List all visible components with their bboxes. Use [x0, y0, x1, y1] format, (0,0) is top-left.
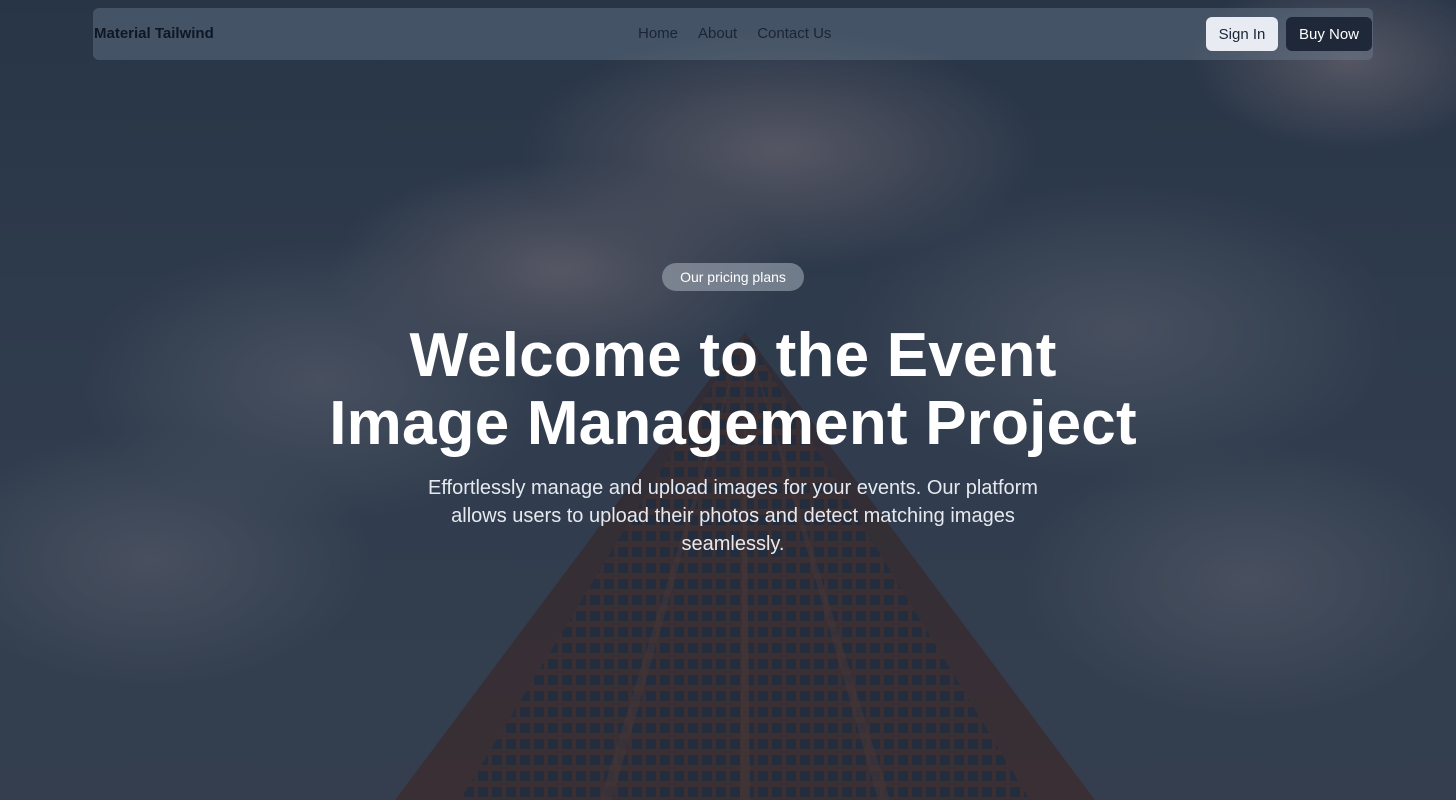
hero-title: Welcome to the Event Image Management Pr…	[228, 322, 1238, 458]
nav-links: Home About Contact Us	[628, 8, 841, 60]
sign-in-button[interactable]: Sign In	[1206, 17, 1278, 51]
top-navbar: Material Tailwind Home About Contact Us …	[93, 8, 1373, 60]
nav-link-about[interactable]: About	[688, 24, 747, 44]
pricing-plans-badge: Our pricing plans	[662, 263, 804, 291]
nav-link-home[interactable]: Home	[628, 24, 688, 44]
hero-section: Material Tailwind Home About Contact Us …	[0, 0, 1456, 800]
brand-logo-text[interactable]: Material Tailwind	[94, 24, 214, 44]
nav-link-contact-us[interactable]: Contact Us	[747, 24, 841, 44]
hero-title-line-2: Image Management Project	[329, 389, 1137, 458]
buy-now-button[interactable]: Buy Now	[1286, 17, 1372, 51]
hero-title-line-1: Welcome to the Event	[409, 321, 1057, 390]
hero-subtitle: Effortlessly manage and upload images fo…	[428, 477, 1038, 555]
